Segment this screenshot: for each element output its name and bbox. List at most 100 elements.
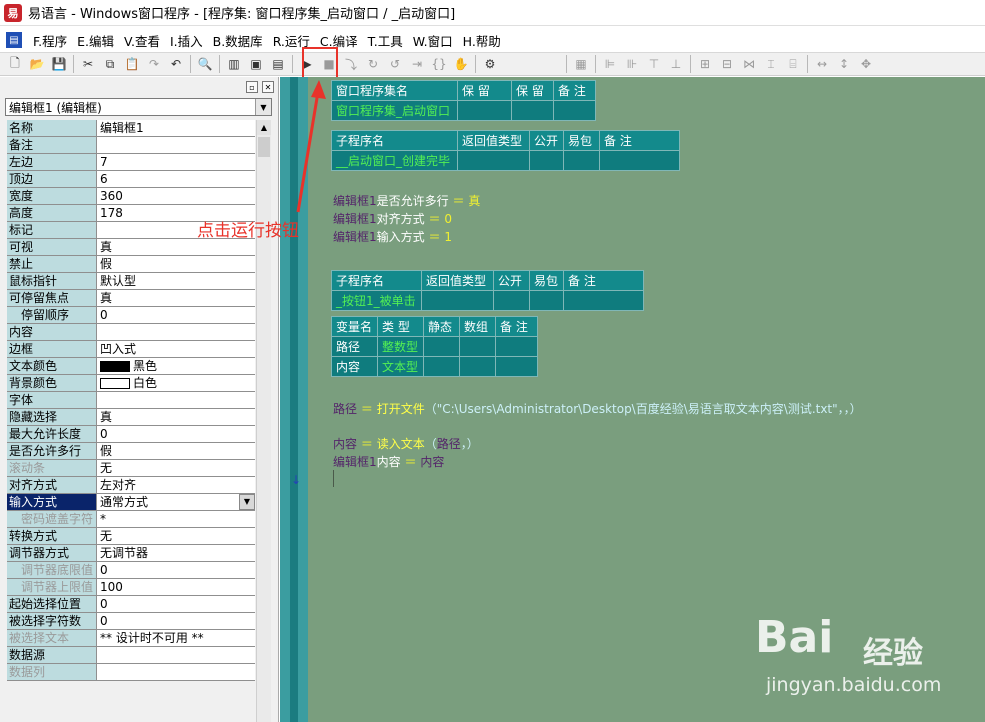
property-value[interactable]: 黑色 — [97, 358, 255, 374]
property-row[interactable]: 文本颜色 黑色 — [7, 358, 255, 375]
property-row[interactable]: 可视真 — [7, 239, 255, 256]
property-value[interactable]: 白色 — [97, 375, 255, 391]
property-row[interactable]: 输入方式 通常方式 ▼ — [7, 494, 255, 511]
space-v-icon[interactable]: ⌶ — [760, 54, 782, 74]
redo-icon[interactable]: ↷ — [143, 54, 165, 74]
property-value[interactable]: 0 — [97, 596, 255, 612]
table-cell[interactable] — [529, 150, 564, 171]
property-value[interactable]: 通常方式 ▼ — [97, 494, 255, 510]
code-line[interactable]: 路径 ＝ 打开文件（"C:\Users\Administrator\Deskto… — [333, 400, 862, 417]
menu-insert[interactable]: I.插入 — [165, 31, 208, 50]
property-row[interactable]: 调节器底限值 0 — [7, 562, 255, 579]
table-cell[interactable] — [459, 356, 496, 377]
property-value[interactable]: 0 — [97, 613, 255, 629]
width-icon[interactable]: ↔ — [811, 54, 833, 74]
code-line[interactable]: 内容 ＝ 读入文本（路径，） — [333, 435, 479, 452]
hand-icon[interactable]: ✋ — [450, 54, 472, 74]
breakpoint-icon[interactable]: {} — [428, 54, 450, 74]
scroll-up-icon[interactable]: ▲ — [257, 120, 271, 135]
property-row[interactable]: 可停留焦点真 — [7, 290, 255, 307]
open-folder-icon[interactable]: 📂 — [26, 54, 48, 74]
property-scrollbar[interactable]: ▲ — [256, 120, 271, 722]
table-cell[interactable] — [599, 150, 680, 171]
table-cell[interactable] — [493, 290, 530, 311]
property-row[interactable]: 被选择文本 ** 设计时不可用 ** — [7, 630, 255, 647]
debug-tools-icon[interactable]: ⚙ — [479, 54, 501, 74]
property-value[interactable]: * — [97, 511, 255, 527]
panel-pin-icon[interactable]: ▫ — [246, 81, 258, 93]
color-swatch[interactable] — [100, 377, 130, 389]
table-cell[interactable] — [459, 336, 496, 357]
property-value[interactable]: 0 — [97, 562, 255, 578]
property-row[interactable]: 名称 编辑框1 — [7, 120, 255, 137]
code-line[interactable]: 编辑框1输入方式 ＝ 1 — [333, 228, 452, 245]
property-row[interactable]: 顶边 6 — [7, 171, 255, 188]
menu-view[interactable]: V.查看 — [119, 31, 165, 50]
panel-close-icon[interactable]: ✕ — [262, 81, 274, 93]
property-row[interactable]: 是否允许多行假 — [7, 443, 255, 460]
run-to-cursor-icon[interactable]: ⇥ — [406, 54, 428, 74]
menu-tools[interactable]: T.工具 — [363, 31, 408, 50]
property-value[interactable] — [97, 664, 255, 680]
property-row[interactable]: 数据列 — [7, 664, 255, 681]
table-cell[interactable] — [423, 356, 460, 377]
component-select[interactable]: 编辑框1 (编辑框) ▼ — [5, 98, 272, 116]
property-row[interactable]: 最大允许长度 0 — [7, 426, 255, 443]
undo-icon[interactable]: ↶ — [165, 54, 187, 74]
form-icon[interactable]: ▦ — [570, 54, 592, 74]
property-row[interactable]: 数据源 — [7, 647, 255, 664]
property-value[interactable] — [97, 647, 255, 663]
find-icon[interactable]: 🔍 — [194, 54, 216, 74]
property-value[interactable]: 假 — [97, 443, 255, 459]
system-menu-icon[interactable]: ▤ — [6, 32, 22, 48]
menu-program[interactable]: F.程序 — [28, 31, 72, 50]
property-row[interactable]: 鼠标指针 默认型 — [7, 273, 255, 290]
table-cell[interactable]: 内容 — [331, 356, 378, 377]
menu-run[interactable]: R.运行 — [268, 31, 315, 50]
table-cell[interactable]: 路径 — [331, 336, 378, 357]
property-row[interactable]: 滚动条无 — [7, 460, 255, 477]
property-row[interactable]: 内容 — [7, 324, 255, 341]
table-cell[interactable]: _按钮1_被单击 — [331, 290, 422, 311]
property-value[interactable]: ** 设计时不可用 ** — [97, 630, 255, 646]
menu-edit[interactable]: E.编辑 — [72, 31, 119, 50]
property-value[interactable]: 0 — [97, 307, 255, 323]
table-cell[interactable]: 文本型 — [377, 356, 424, 377]
run-button-icon[interactable]: ▶ — [296, 54, 318, 74]
property-row[interactable]: 备注 — [7, 137, 255, 154]
menu-window[interactable]: W.窗口 — [408, 31, 458, 50]
property-value[interactable]: 无调节器 — [97, 545, 255, 561]
align-center-icon[interactable]: ⊪ — [621, 54, 643, 74]
menu-database[interactable]: B.数据库 — [208, 31, 268, 50]
table-cell[interactable] — [529, 290, 564, 311]
cut-icon[interactable]: ✂ — [77, 54, 99, 74]
property-row[interactable]: 左边 7 — [7, 154, 255, 171]
both-size-icon[interactable]: ✥ — [855, 54, 877, 74]
save-icon[interactable]: 💾 — [48, 54, 70, 74]
property-row[interactable]: 调节器上限值 100 — [7, 579, 255, 596]
align-bottom-icon[interactable]: ⊥ — [665, 54, 687, 74]
size-icon[interactable]: ⌸ — [782, 54, 804, 74]
table-cell[interactable] — [553, 100, 596, 121]
property-row[interactable]: 对齐方式 左对齐 — [7, 477, 255, 494]
chevron-down-icon[interactable]: ▼ — [239, 494, 255, 510]
table-cell[interactable] — [563, 290, 644, 311]
property-row[interactable]: 被选择字符数 0 — [7, 613, 255, 630]
space-h-icon[interactable]: ⋈ — [738, 54, 760, 74]
property-row[interactable]: 转换方式无 — [7, 528, 255, 545]
property-value[interactable] — [97, 137, 255, 153]
step-out-icon[interactable]: ↺ — [384, 54, 406, 74]
menu-compile[interactable]: C.编译 — [315, 31, 363, 50]
property-value[interactable]: 7 — [97, 154, 255, 170]
property-value[interactable]: 无 — [97, 528, 255, 544]
property-row[interactable]: 字体 — [7, 392, 255, 409]
table-cell[interactable] — [457, 150, 530, 171]
property-value[interactable]: 真 — [97, 290, 255, 306]
chevron-down-icon[interactable]: ▼ — [255, 99, 271, 115]
property-value[interactable]: 凹入式 — [97, 341, 255, 357]
step-into-icon[interactable]: ⤵ — [340, 54, 362, 74]
align-top-icon[interactable]: ⊤ — [643, 54, 665, 74]
table-cell[interactable] — [563, 150, 600, 171]
layout-panel-icon[interactable]: ▥ — [223, 54, 245, 74]
property-value[interactable]: 360 — [97, 188, 255, 204]
